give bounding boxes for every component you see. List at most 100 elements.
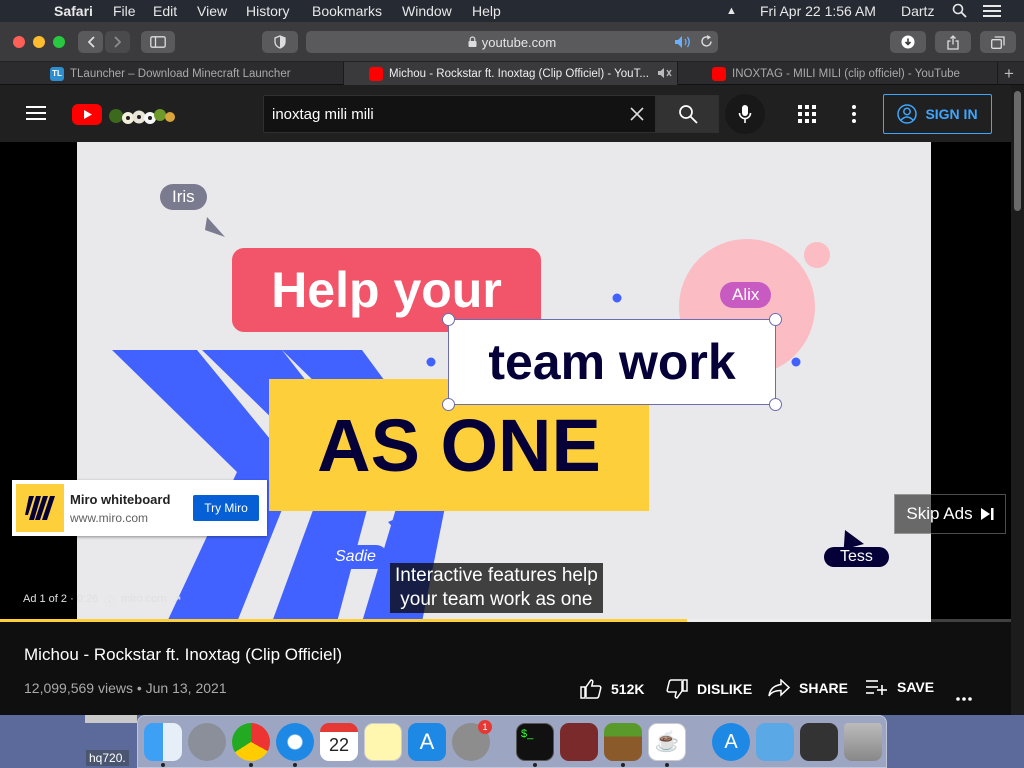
app-store-downloads-icon[interactable]: A — [712, 723, 750, 761]
clear-search-icon[interactable] — [630, 107, 644, 125]
spotlight-search-icon[interactable] — [952, 3, 967, 21]
menu-datetime[interactable]: Fri Apr 22 1:56 AM — [760, 3, 876, 19]
share-label: SHARE — [799, 680, 849, 696]
privacy-shield-button[interactable] — [262, 31, 298, 53]
hamburger-menu-icon[interactable] — [26, 105, 46, 126]
screenshot-stack-icon[interactable] — [800, 723, 838, 761]
desktop-file-thumbnail[interactable] — [85, 715, 137, 723]
external-link-icon[interactable]: ↗ — [172, 593, 181, 609]
thumbs-down-icon — [666, 679, 688, 699]
address-bar[interactable]: youtube.com — [306, 31, 718, 53]
cursor-label-tess: Tess — [824, 547, 889, 567]
dislike-label: DISLIKE — [697, 681, 753, 697]
close-window-button[interactable] — [13, 36, 25, 48]
terminal-icon[interactable]: $_ — [516, 723, 554, 761]
zoom-window-button[interactable] — [53, 36, 65, 48]
reload-icon[interactable] — [700, 35, 713, 51]
ad-domain-link[interactable]: miro.com — [121, 593, 166, 609]
cursor-label-iris: Iris — [160, 184, 207, 210]
like-button[interactable]: 512K — [580, 679, 644, 699]
downloads-button[interactable] — [890, 31, 926, 53]
tab-audio-icon[interactable] — [657, 67, 673, 82]
selection-handle — [769, 313, 782, 326]
calendar-icon[interactable]: 22 — [320, 723, 358, 761]
ad-video-frame[interactable]: Help your AS ONE team work Iris Alix Sad… — [77, 142, 931, 622]
page-scrollbar[interactable] — [1011, 85, 1024, 715]
minecraft-icon[interactable] — [604, 723, 642, 761]
trash-icon[interactable] — [844, 723, 882, 761]
eject-icon[interactable]: ▲ — [726, 5, 737, 17]
ad-card-title: Miro whiteboard — [70, 492, 171, 507]
tab-overview-button[interactable] — [980, 31, 1016, 53]
menu-bookmarks[interactable]: Bookmarks — [312, 3, 382, 19]
selection-handle — [442, 398, 455, 411]
tab-inoxtag-mili-mili[interactable]: INOXTAG - MILI MILI (clip officiel) - Yo… — [678, 62, 998, 85]
menu-history[interactable]: History — [246, 3, 290, 19]
ad-counter-text: Ad 1 of 2 · 0:26 — [23, 593, 99, 605]
youtube-page: inoxtag mili mili SIGN IN Help your AS O… — [0, 85, 1011, 715]
menu-bar: Safari File Edit View History Bookmarks … — [0, 0, 1024, 22]
ad-card-domain: www.miro.com — [70, 511, 149, 525]
folder-icon[interactable] — [756, 723, 794, 761]
menu-file[interactable]: File — [113, 3, 136, 19]
ad-info-card[interactable]: Miro whiteboard www.miro.com Try Miro — [12, 480, 267, 536]
menu-window[interactable]: Window — [402, 3, 452, 19]
running-indicator — [249, 763, 253, 767]
apps-grid-icon[interactable] — [798, 105, 816, 128]
youtube-doodle-icon — [109, 109, 175, 124]
menu-view[interactable]: View — [197, 3, 227, 19]
tab-michou-rockstar[interactable]: Michou - Rockstar ft. Inoxtag (Clip Offi… — [344, 62, 678, 85]
youtube-logo[interactable] — [72, 104, 180, 131]
menu-user[interactable]: Dartz — [901, 3, 934, 19]
chrome-icon[interactable] — [232, 723, 270, 761]
video-progress-track[interactable] — [0, 619, 1011, 622]
cursor-label-sadie: Sadie — [323, 545, 388, 569]
try-miro-button[interactable]: Try Miro — [193, 495, 259, 521]
share-video-button[interactable]: SHARE — [768, 679, 848, 697]
save-video-button[interactable]: SAVE — [866, 679, 934, 695]
running-indicator — [665, 763, 669, 767]
notification-badge: 1 — [478, 720, 492, 734]
dislike-button[interactable]: DISLIKE — [666, 679, 752, 699]
caption-line: your team work as one — [400, 589, 593, 610]
skip-next-icon — [980, 508, 994, 520]
tlauncher-icon: TL — [50, 66, 64, 81]
finder-icon[interactable] — [144, 723, 182, 761]
app-store-icon[interactable]: A — [408, 723, 446, 761]
info-icon[interactable]: ⓘ — [104, 593, 115, 609]
ad-counter: Ad 1 of 2 · 0:26 ⓘ miro.com ↗ — [23, 593, 182, 609]
audio-playing-icon[interactable] — [674, 35, 692, 52]
tab-tlauncher[interactable]: TL TLauncher – Download Minecraft Launch… — [44, 62, 344, 85]
more-options-icon[interactable] — [852, 105, 856, 128]
search-input[interactable]: inoxtag mili mili — [263, 95, 656, 133]
search-icon — [678, 105, 698, 124]
back-button[interactable] — [78, 31, 103, 53]
photo-booth-icon[interactable] — [560, 723, 598, 761]
video-player[interactable]: Help your AS ONE team work Iris Alix Sad… — [0, 142, 1011, 622]
forward-button[interactable] — [105, 31, 130, 53]
desktop-file-label[interactable]: hq720. — [86, 750, 129, 766]
sign-in-label: SIGN IN — [925, 106, 978, 122]
control-center-icon[interactable] — [983, 4, 1001, 21]
voice-search-button[interactable] — [725, 94, 765, 134]
minimize-window-button[interactable] — [33, 36, 45, 48]
running-indicator — [293, 763, 297, 767]
safari-icon[interactable] — [276, 723, 314, 761]
menu-help[interactable]: Help — [472, 3, 501, 19]
menu-edit[interactable]: Edit — [153, 3, 177, 19]
sign-in-button[interactable]: SIGN IN — [883, 94, 992, 134]
tab-label: TLauncher – Download Minecraft Launcher — [70, 67, 291, 80]
share-button[interactable] — [935, 31, 971, 53]
java-icon[interactable]: ☕ — [648, 723, 686, 761]
search-button[interactable] — [656, 95, 719, 133]
share-arrow-icon — [768, 679, 790, 697]
skip-ads-button[interactable]: Skip Ads — [894, 494, 1006, 534]
sidebar-toggle-button[interactable] — [141, 31, 175, 53]
save-label: SAVE — [897, 679, 935, 695]
launchpad-icon[interactable] — [188, 723, 226, 761]
notes-icon[interactable] — [364, 723, 402, 761]
scrollbar-thumb[interactable] — [1014, 91, 1021, 211]
more-actions-icon[interactable] — [956, 688, 972, 706]
menu-app-name[interactable]: Safari — [54, 3, 93, 19]
new-tab-button[interactable]: + — [1004, 64, 1014, 84]
